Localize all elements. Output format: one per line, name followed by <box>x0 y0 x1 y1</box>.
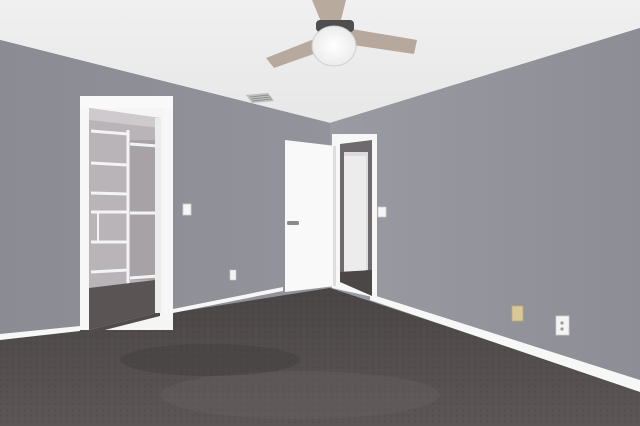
light-switch-icon <box>377 206 387 218</box>
cable-outlet-icon <box>511 305 524 322</box>
open-door <box>285 140 336 292</box>
door-handle-icon <box>287 221 299 225</box>
bedroom-photo <box>0 0 640 426</box>
electrical-outlet-icon <box>555 315 570 336</box>
walk-in-closet <box>80 96 173 334</box>
light-switch-icon <box>182 203 192 216</box>
hallway-doorway <box>332 134 377 298</box>
bedroom-scene <box>0 0 640 426</box>
electrical-outlet-icon <box>229 269 237 281</box>
